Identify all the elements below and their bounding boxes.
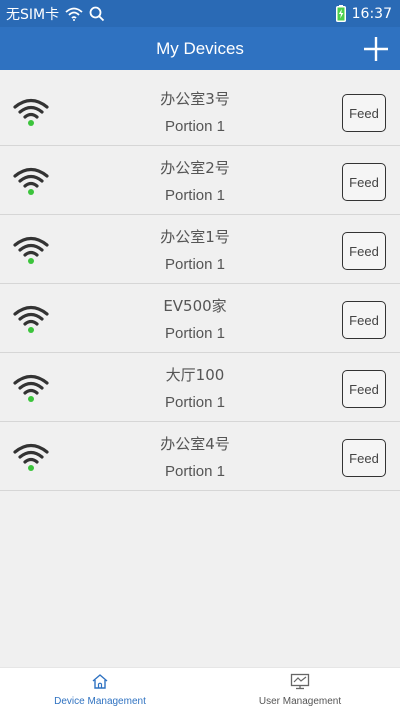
wifi-icon [13,373,49,403]
status-bar: 无SIM卡 16:37 [0,0,400,27]
feed-button[interactable]: Feed [342,301,386,339]
wifi-icon [13,166,49,196]
battery-charging-icon [335,5,346,22]
device-name: 办公室1号 [160,228,230,246]
monitor-chart-icon [290,673,310,694]
nav-label: User Management [258,695,342,707]
search-icon[interactable] [89,6,105,22]
device-list: 办公室3号 Portion 1 Feed 办公室2号 Portion 1 Fee… [0,77,400,491]
clock: 16:37 [351,5,392,22]
device-portion: Portion 1 [164,463,226,480]
device-portion: Portion 1 [164,325,226,342]
device-row[interactable]: 办公室3号 Portion 1 Feed [0,77,400,146]
device-portion: Portion 1 [164,256,226,273]
feed-button[interactable]: Feed [342,232,386,270]
wifi-icon [13,235,49,265]
status-right: 16:37 [335,5,392,22]
device-row[interactable]: 办公室2号 Portion 1 Feed [0,146,400,215]
plus-icon [364,37,388,61]
device-portion: Portion 1 [164,394,226,411]
app-header: My Devices [0,27,400,70]
wifi-icon [13,442,49,472]
device-name: 办公室2号 [160,159,230,177]
device-name: EV500家 [163,297,227,315]
nav-device-management[interactable]: Device Management [0,668,200,711]
feed-button[interactable]: Feed [342,370,386,408]
device-row[interactable]: 办公室1号 Portion 1 Feed [0,215,400,284]
home-icon [91,673,109,694]
device-name: 大厅100 [165,366,225,384]
device-row[interactable]: EV500家 Portion 1 Feed [0,284,400,353]
wifi-icon [13,304,49,334]
nav-label: Device Management [54,695,146,707]
wifi-icon [13,97,49,127]
device-row[interactable]: 办公室4号 Portion 1 Feed [0,422,400,491]
carrier-label: 无SIM卡 [6,6,60,23]
wifi-status-icon [65,7,83,21]
feed-button[interactable]: Feed [342,439,386,477]
device-portion: Portion 1 [164,187,226,204]
feed-button[interactable]: Feed [342,94,386,132]
bottom-nav: Device Management User Management [0,667,400,711]
status-left: 无SIM卡 [6,4,105,24]
device-portion: Portion 1 [164,118,226,135]
device-name: 办公室4号 [160,435,230,453]
nav-user-management[interactable]: User Management [200,668,400,711]
add-device-button[interactable] [362,35,390,63]
device-name: 办公室3号 [160,90,230,108]
page-title: My Devices [156,38,244,58]
feed-button[interactable]: Feed [342,163,386,201]
device-row[interactable]: 大厅100 Portion 1 Feed [0,353,400,422]
